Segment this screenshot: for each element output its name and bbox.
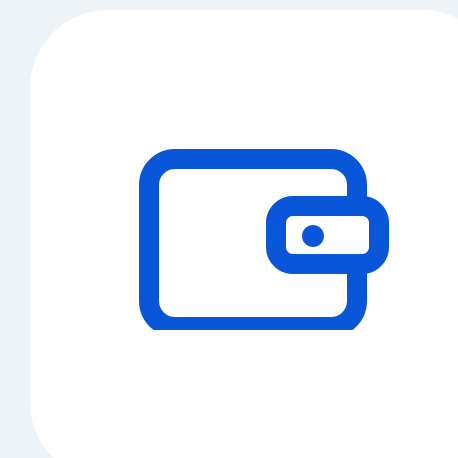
wallet-clasp-dot bbox=[302, 225, 324, 247]
wallet-icon bbox=[120, 130, 400, 330]
wallet-clasp-shape bbox=[266, 196, 389, 274]
app-icon-canvas bbox=[0, 0, 458, 458]
